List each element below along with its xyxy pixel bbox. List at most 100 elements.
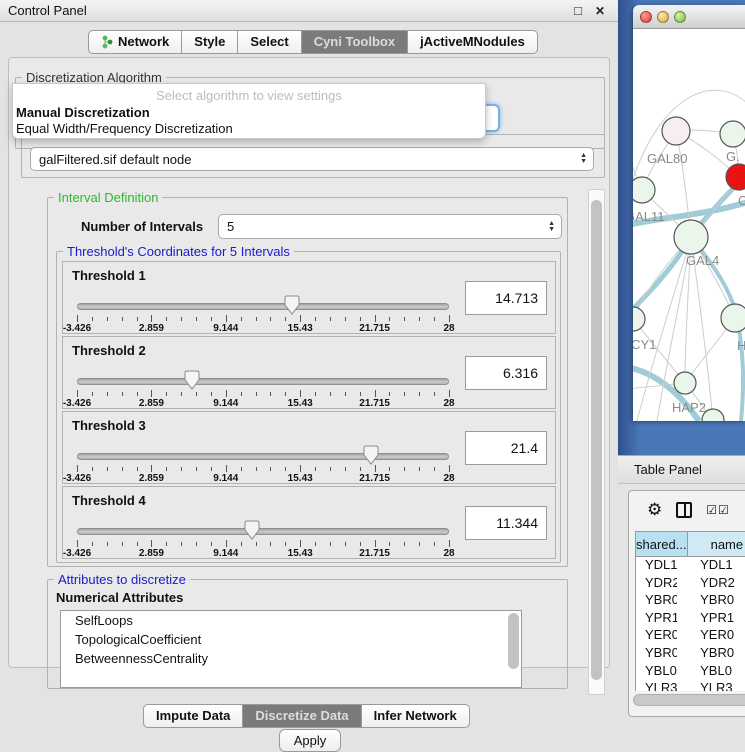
network-node-g[interactable] xyxy=(720,121,745,147)
float-window-icon[interactable]: □ xyxy=(570,3,586,19)
cell-shared-name[interactable]: YDR27... xyxy=(636,575,677,593)
slider-track[interactable] xyxy=(77,378,449,385)
cell-shared-name[interactable]: YBR043C xyxy=(636,592,677,610)
threshold-value-field[interactable]: 14.713 xyxy=(465,281,547,315)
tab-label: Style xyxy=(194,34,225,49)
cell-name[interactable]: YBL0 xyxy=(677,663,745,681)
attribute-item[interactable]: TopologicalCoefficient xyxy=(61,630,521,649)
zoom-traffic-light-icon[interactable] xyxy=(674,11,686,23)
slider-track[interactable] xyxy=(77,528,449,535)
table-data-select[interactable]: galFiltered.sif default node ▲▼ xyxy=(30,147,594,171)
number-of-intervals-label: Number of Intervals xyxy=(81,219,203,234)
tick-mark xyxy=(375,390,376,397)
vertical-scrollbar-thumb[interactable] xyxy=(591,200,602,680)
tick-mark xyxy=(285,542,286,546)
tick-mark xyxy=(196,392,197,396)
table-row[interactable]: YBR045CYBR0 xyxy=(636,645,745,663)
algorithm-option-manual[interactable]: Manual Discretization xyxy=(15,105,485,120)
tick-mark xyxy=(107,392,108,396)
tick-mark xyxy=(419,392,420,396)
close-icon[interactable]: ✕ xyxy=(592,3,608,19)
tick-mark xyxy=(196,467,197,471)
stepper-arrows-icon: ▲▼ xyxy=(580,153,587,165)
table-row[interactable]: YDL19...YDL1 xyxy=(636,557,745,575)
tab-style[interactable]: Style xyxy=(182,30,238,54)
network-canvas[interactable]: GAL80G.CGAL11GAL4GCY1HHAP2 xyxy=(633,29,745,421)
thresholds-group-title: Threshold's Coordinates for 5 Intervals xyxy=(63,244,294,259)
tab-cyni-toolbox[interactable]: Cyni Toolbox xyxy=(302,30,408,54)
attribute-item[interactable]: BetweennessCentrality xyxy=(61,649,521,668)
cell-shared-name[interactable]: YLR345W xyxy=(636,680,677,691)
number-of-intervals-select[interactable]: 5 ▲▼ xyxy=(218,214,562,239)
network-icon xyxy=(101,35,113,49)
threshold-value-field[interactable]: 21.4 xyxy=(465,431,547,465)
cell-name[interactable]: YPR1 xyxy=(677,610,745,628)
network-window: GAL80G.CGAL11GAL4GCY1HHAP2 xyxy=(633,5,745,421)
settings-scroll-pane: Interval Definition Number of Intervals … xyxy=(15,189,605,695)
gear-icon[interactable]: ⚙ xyxy=(647,500,662,520)
tab-impute-data[interactable]: Impute Data xyxy=(143,704,243,728)
threshold-slider[interactable]: -3.4262.8599.14415.4321.71528 xyxy=(77,448,449,478)
table-row[interactable]: YER054CYER0 xyxy=(636,627,745,645)
slider-thumb[interactable] xyxy=(363,445,379,466)
attribute-item[interactable]: SelfLoops xyxy=(61,611,521,630)
table-row[interactable]: YLR345WYLR3 xyxy=(636,680,745,691)
tab-network[interactable]: Network xyxy=(88,30,182,54)
vertical-scrollbar[interactable] xyxy=(588,189,605,695)
algorithm-dropdown-popup: Select algorithm to view settings Manual… xyxy=(12,83,486,139)
horizontal-scrollbar[interactable] xyxy=(633,694,745,706)
tab-infer-network[interactable]: Infer Network xyxy=(362,704,470,728)
cell-shared-name[interactable]: YBL079W xyxy=(636,663,677,681)
tick-mark xyxy=(256,467,257,471)
list-scrollbar[interactable] xyxy=(508,613,519,669)
tick-label: 2.859 xyxy=(139,323,164,334)
column-header-shared-name[interactable]: shared... xyxy=(636,532,688,556)
network-node-gal80[interactable] xyxy=(662,117,690,145)
slider-track[interactable] xyxy=(77,453,449,460)
network-node-hap2[interactable] xyxy=(674,372,696,394)
cell-shared-name[interactable]: YBR045C xyxy=(636,645,677,663)
cell-shared-name[interactable]: YPR145W xyxy=(636,610,677,628)
threshold-slider[interactable]: -3.4262.8599.14415.4321.71528 xyxy=(77,373,449,403)
threshold-value-field[interactable]: 11.344 xyxy=(465,506,547,540)
columns-icon[interactable] xyxy=(676,502,692,518)
table-row[interactable]: YBR043CYBR0 xyxy=(636,592,745,610)
close-traffic-light-icon[interactable] xyxy=(640,11,652,23)
tick-mark xyxy=(137,467,138,471)
slider-thumb[interactable] xyxy=(284,295,300,316)
table-row[interactable]: YDR27...YDR2 xyxy=(636,575,745,593)
column-header-name[interactable]: name xyxy=(688,532,745,556)
tab-jactivemnodules[interactable]: jActiveMNodules xyxy=(408,30,538,54)
cell-name[interactable]: YBR0 xyxy=(677,645,745,663)
algorithm-option-equal-width[interactable]: Equal Width/Frequency Discretization xyxy=(15,121,485,136)
table-row[interactable]: YPR145WYPR1 xyxy=(636,610,745,628)
checkbox-icons[interactable]: ☑☑ xyxy=(706,503,730,517)
network-node-gal4[interactable] xyxy=(674,220,708,254)
tick-label: 28 xyxy=(443,398,454,409)
cell-name[interactable]: YBR0 xyxy=(677,592,745,610)
slider-thumb[interactable] xyxy=(244,520,260,541)
network-node-h[interactable] xyxy=(721,304,745,332)
apply-button[interactable]: Apply xyxy=(279,729,341,752)
cell-name[interactable]: YLR3 xyxy=(677,680,745,691)
slider-thumb[interactable] xyxy=(184,370,200,391)
threshold-slider[interactable]: -3.4262.8599.14415.4321.71528 xyxy=(77,298,449,328)
network-node-gal11[interactable] xyxy=(633,177,655,203)
network-node-gcy1[interactable] xyxy=(633,307,645,331)
slider-track[interactable] xyxy=(77,303,449,310)
tick-mark xyxy=(419,317,420,321)
tick-label: 21.715 xyxy=(359,323,390,334)
cell-name[interactable]: YER0 xyxy=(677,627,745,645)
cell-shared-name[interactable]: YER054C xyxy=(636,627,677,645)
cell-name[interactable]: YDR2 xyxy=(677,575,745,593)
cell-name[interactable]: YDL1 xyxy=(677,557,745,575)
tab-discretize-data[interactable]: Discretize Data xyxy=(243,704,361,728)
numerical-attributes-list[interactable]: SelfLoopsTopologicalCoefficientBetweenne… xyxy=(60,610,522,688)
threshold-slider[interactable]: -3.4262.8599.14415.4321.71528 xyxy=(77,523,449,553)
tab-select[interactable]: Select xyxy=(238,30,301,54)
node-table[interactable]: shared... name YDL19...YDL1YDR27...YDR2Y… xyxy=(635,531,745,691)
table-row[interactable]: YBL079WYBL0 xyxy=(636,663,745,681)
cell-shared-name[interactable]: YDL19... xyxy=(636,557,677,575)
minimize-traffic-light-icon[interactable] xyxy=(657,11,669,23)
threshold-value-field[interactable]: 6.316 xyxy=(465,356,547,390)
